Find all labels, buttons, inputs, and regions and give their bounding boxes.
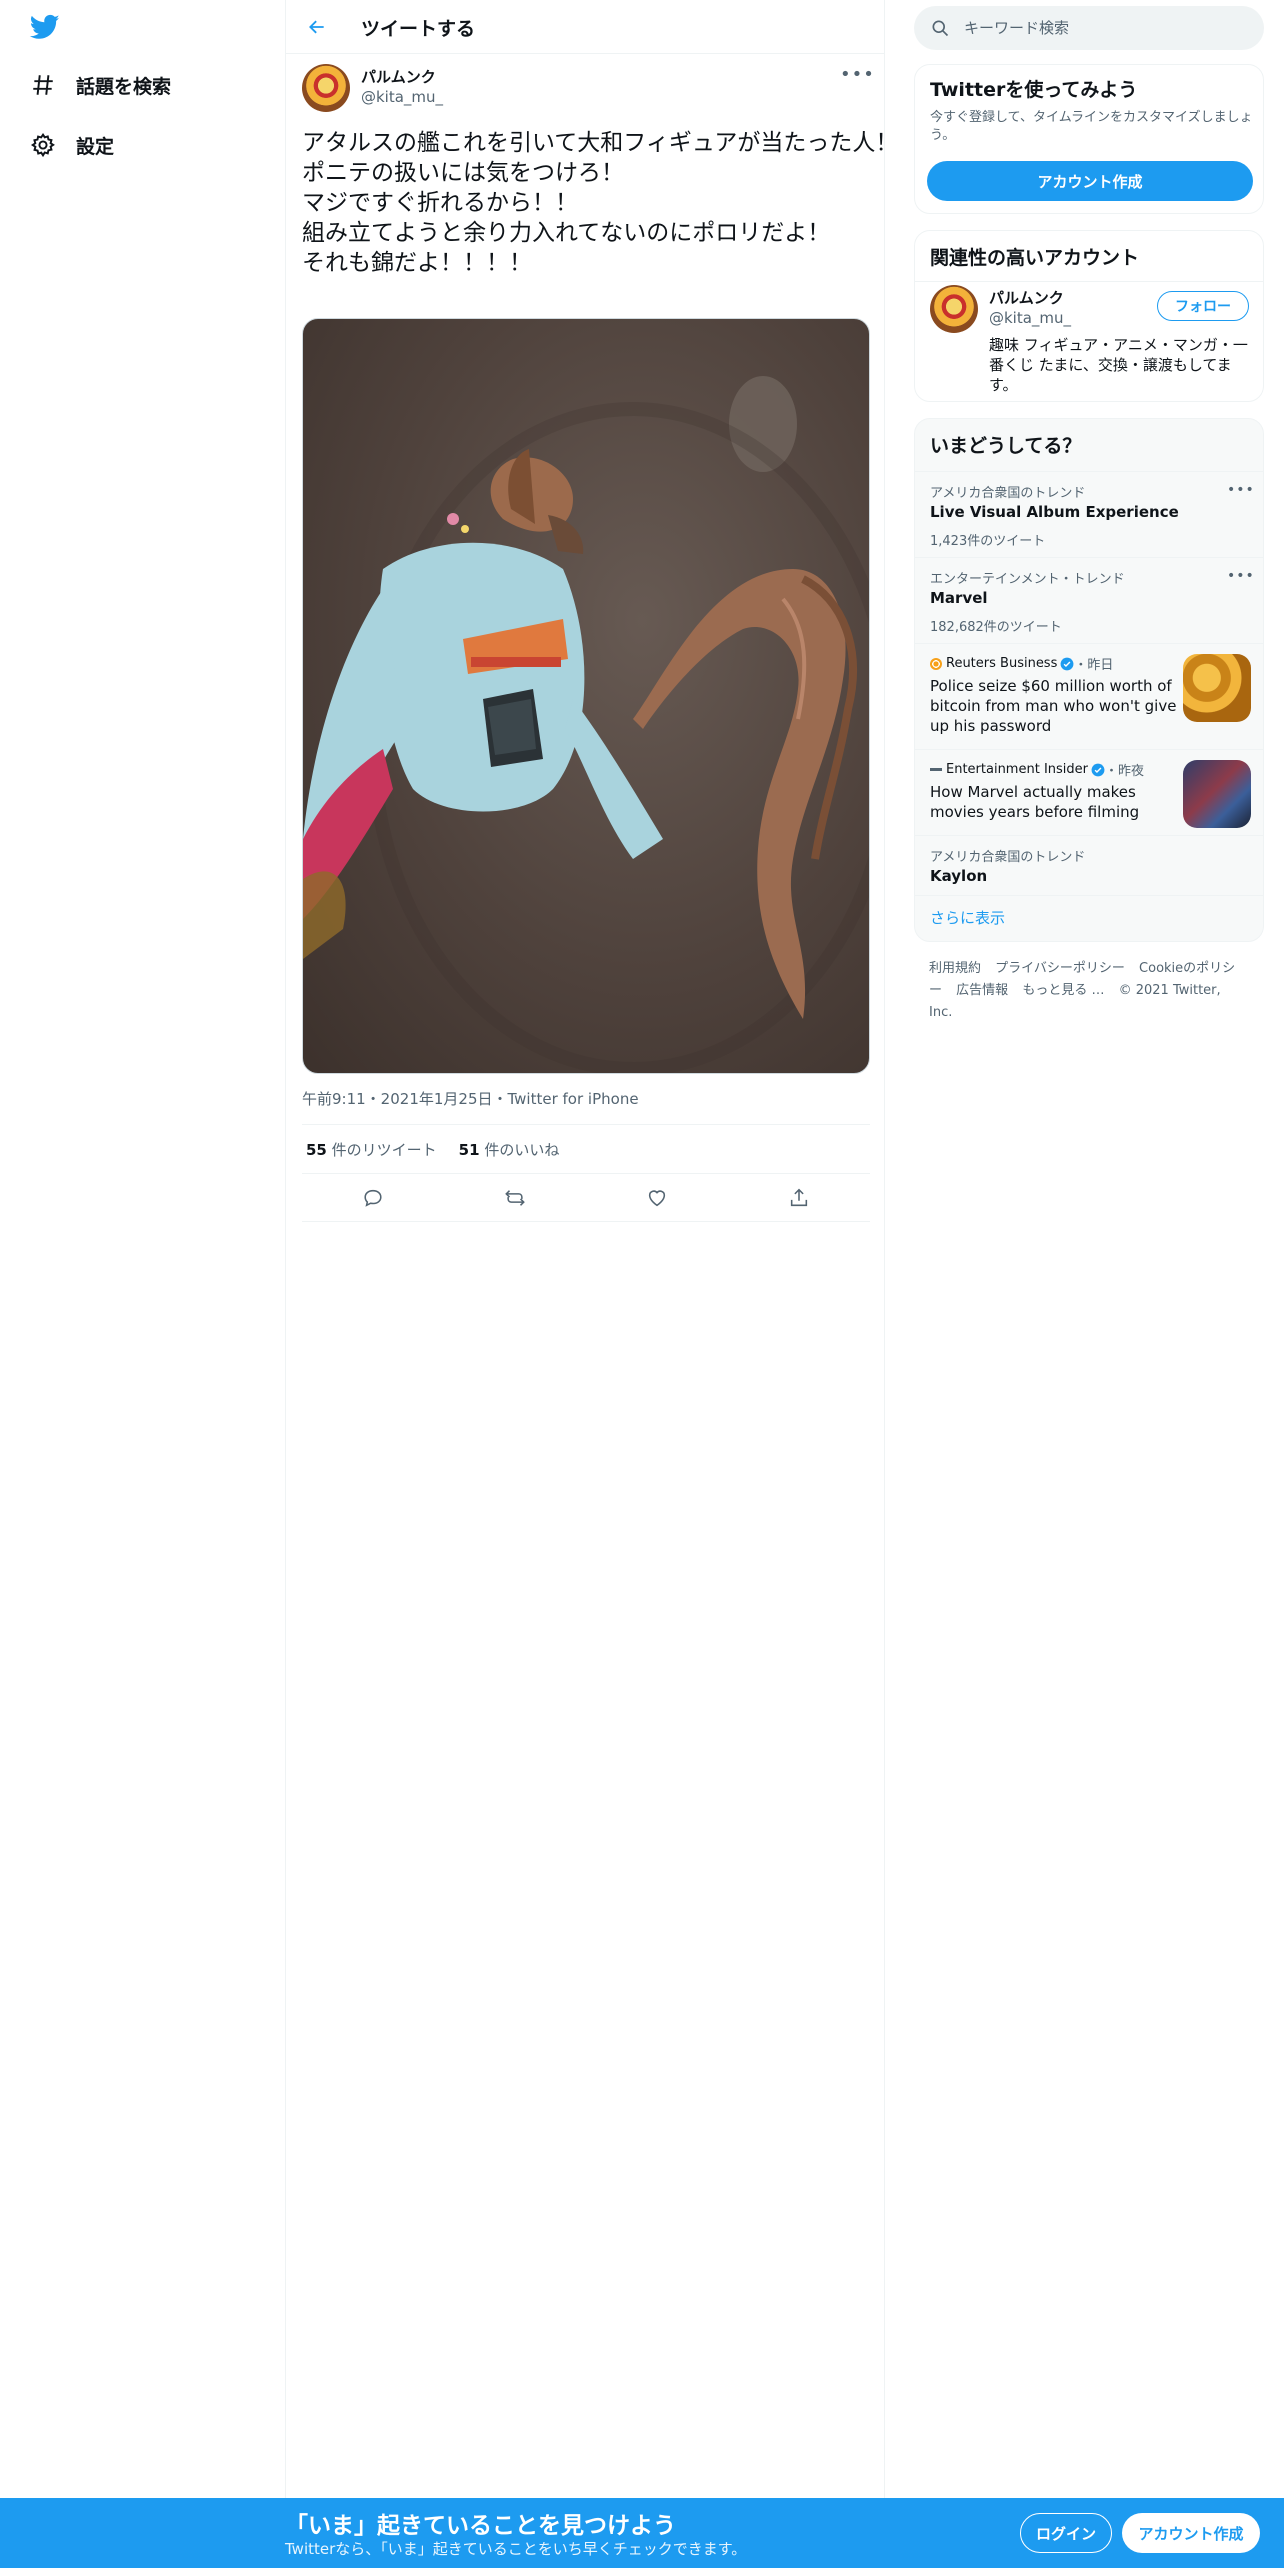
trend-category: エンターテインメント・トレンド bbox=[930, 572, 1125, 587]
search-icon bbox=[932, 20, 949, 37]
banner-title: 「いま」起きていることを見つけよう bbox=[285, 2513, 676, 2539]
verified-badge-icon bbox=[1060, 657, 1074, 670]
banner-subtitle: Twitterなら、「いま」起きていることをいち早くチェックできます。 bbox=[285, 2540, 747, 2558]
nav-explore-label: 話題を検索 bbox=[76, 75, 172, 98]
more-options-icon[interactable]: ••• bbox=[1227, 482, 1254, 498]
footer-links: 利用規約 プライバシーポリシー Cookieのポリシー 広告情報 もっと見る …… bbox=[929, 958, 1249, 1024]
trends-card: いまどうしてる？ アメリカ合衆国のトレンド ••• Live Visual Al… bbox=[914, 418, 1264, 942]
more-options-icon[interactable]: ••• bbox=[1227, 568, 1254, 584]
related-accounts-card: 関連性の高いアカウント パルムンク @kita_mu_ フォロー 趣味 フィギュ… bbox=[914, 230, 1264, 402]
hashtag-icon bbox=[28, 70, 58, 100]
news-thumbnail bbox=[1183, 760, 1251, 828]
signup-card: Twitterを使ってみよう 今すぐ登録して、タイムラインをカスタマイズしましょ… bbox=[914, 64, 1264, 214]
trend-category: アメリカ合衆国のトレンド bbox=[930, 486, 1086, 501]
page-header: ツイートする bbox=[286, 0, 884, 54]
page-title: ツイートする bbox=[361, 18, 476, 40]
tweet-stats: 55 件のリツイート 51 件のいいね bbox=[302, 1124, 870, 1174]
trend-name: Kaylon bbox=[930, 867, 988, 885]
news-source: Entertainment Insider ・昨夜 bbox=[930, 760, 1144, 779]
retweets-count: 55 bbox=[306, 1140, 327, 1159]
divider bbox=[915, 895, 1263, 896]
news-time: ・昨夜 bbox=[1105, 764, 1145, 779]
reuters-logo-icon bbox=[930, 657, 942, 670]
tweet-text-line: 組み立てようと余り力入れてないのにポロリだよ！ bbox=[302, 220, 831, 246]
retweets-stat[interactable]: 55 件のリツイート bbox=[306, 1139, 437, 1160]
main-column: ツイートする パルムンク @kita_mu_ ••• アタルスの艦これを引いて大… bbox=[285, 0, 899, 2498]
twitter-logo-icon[interactable] bbox=[28, 12, 62, 42]
news-title: Police seize $60 million worth of bitcoi… bbox=[930, 677, 1177, 735]
left-navigation: 話題を検索 設定 bbox=[0, 0, 285, 2568]
news-time: ・昨日 bbox=[1074, 658, 1114, 673]
footer-link[interactable]: 利用規約 bbox=[929, 961, 981, 976]
trend-category: アメリカ合衆国のトレンド bbox=[930, 850, 1086, 865]
tweet-text-line: それも錦だよ！！！！ bbox=[302, 250, 532, 276]
login-button[interactable]: ログイン bbox=[1020, 2513, 1112, 2553]
likes-label: 件のいいね bbox=[484, 1140, 560, 1159]
trend-item[interactable]: エンターテインメント・トレンド ••• Marvel 182,682件のツイート bbox=[915, 557, 1263, 643]
tweet-photo[interactable] bbox=[302, 318, 870, 1074]
trend-count: 182,682件のツイート bbox=[930, 620, 1062, 635]
divider bbox=[915, 281, 1263, 282]
share-icon[interactable] bbox=[781, 1180, 817, 1216]
tweet-text-line: ポニテの扱いには気をつけろ！ bbox=[302, 160, 624, 186]
news-source-name: Entertainment Insider bbox=[946, 762, 1088, 777]
reply-icon[interactable] bbox=[355, 1180, 391, 1216]
avatar[interactable] bbox=[930, 285, 978, 333]
news-thumbnail bbox=[1183, 654, 1251, 722]
verified-badge-icon bbox=[1091, 763, 1105, 776]
tweet-text-line: マジですぐ折れるから！！ bbox=[302, 190, 578, 216]
trends-title: いまどうしてる？ bbox=[930, 435, 1082, 457]
create-account-button[interactable]: アカウント作成 bbox=[927, 161, 1253, 201]
related-account-handle[interactable]: @kita_mu_ bbox=[989, 309, 1071, 327]
source-logo-icon bbox=[930, 768, 942, 771]
search-bar[interactable] bbox=[914, 6, 1264, 50]
figure-photo-illustration bbox=[303, 376, 869, 1073]
retweet-icon[interactable] bbox=[497, 1180, 533, 1216]
avatar[interactable] bbox=[302, 64, 350, 112]
signup-card-description: 今すぐ登録して、タイムラインをカスタマイズしましょう。 bbox=[930, 110, 1253, 143]
signup-button[interactable]: アカウント作成 bbox=[1122, 2513, 1260, 2553]
follow-button[interactable]: フォロー bbox=[1157, 291, 1249, 321]
news-source-name: Reuters Business bbox=[946, 656, 1058, 671]
gear-icon bbox=[28, 130, 58, 160]
tweet-actions bbox=[302, 1174, 870, 1222]
author-name[interactable]: パルムンク bbox=[361, 66, 436, 87]
trend-count: 1,423件のツイート bbox=[930, 534, 1046, 549]
footer-link[interactable]: もっと見る … bbox=[1022, 983, 1104, 998]
like-icon[interactable] bbox=[639, 1180, 675, 1216]
news-source: Reuters Business ・昨日 bbox=[930, 654, 1113, 673]
retweets-label: 件のリツイート bbox=[331, 1140, 437, 1159]
related-account-name[interactable]: パルムンク bbox=[989, 287, 1064, 308]
trend-item[interactable]: アメリカ合衆国のトレンド Kaylon bbox=[915, 835, 1263, 895]
search-input[interactable] bbox=[964, 19, 1244, 37]
news-item[interactable]: Entertainment Insider ・昨夜 How Marvel act… bbox=[915, 749, 1263, 835]
footer-link[interactable]: プライバシーポリシー bbox=[995, 961, 1125, 976]
nav-settings-label: 設定 bbox=[76, 135, 115, 158]
author-handle[interactable]: @kita_mu_ bbox=[361, 88, 443, 106]
show-more-link[interactable]: さらに表示 bbox=[930, 907, 1005, 928]
back-arrow-icon bbox=[309, 20, 324, 34]
nav-explore[interactable]: 話題を検索 bbox=[28, 65, 171, 105]
related-accounts-title: 関連性の高いアカウント bbox=[930, 247, 1140, 269]
trend-name: Live Visual Album Experience bbox=[930, 503, 1179, 521]
tweet-timestamp[interactable]: 午前9:11・2021年1月25日・Twitter for iPhone bbox=[302, 1088, 639, 1109]
back-button[interactable] bbox=[302, 12, 332, 42]
likes-stat[interactable]: 51 件のいいね bbox=[459, 1139, 560, 1160]
nav-settings[interactable]: 設定 bbox=[28, 125, 114, 165]
tweet-text: アタルスの艦これを引いて大和フィギュアが当たった人！ ポニテの扱いには気をつけろ… bbox=[302, 128, 899, 278]
trend-item[interactable]: アメリカ合衆国のトレンド ••• Live Visual Album Exper… bbox=[915, 471, 1263, 557]
trend-name: Marvel bbox=[930, 589, 988, 607]
news-item[interactable]: Reuters Business ・昨日 Police seize $60 mi… bbox=[915, 643, 1263, 749]
news-title: How Marvel actually makes movies years b… bbox=[930, 783, 1140, 821]
related-account-bio: 趣味 フィギュア・アニメ・マンガ・一番くじ たまに、交換・譲渡もしてます。 bbox=[989, 336, 1248, 394]
tweet-text-line: アタルスの艦これを引いて大和フィギュアが当たった人！ bbox=[302, 130, 899, 156]
footer-link[interactable]: 広告情報 bbox=[956, 983, 1008, 998]
signup-card-title: Twitterを使ってみよう bbox=[930, 79, 1138, 101]
likes-count: 51 bbox=[458, 1140, 480, 1159]
signup-banner: 「いま」起きていることを見つけよう Twitterなら、「いま」起きていることを… bbox=[0, 2498, 1284, 2568]
more-options-icon[interactable]: ••• bbox=[840, 64, 874, 86]
